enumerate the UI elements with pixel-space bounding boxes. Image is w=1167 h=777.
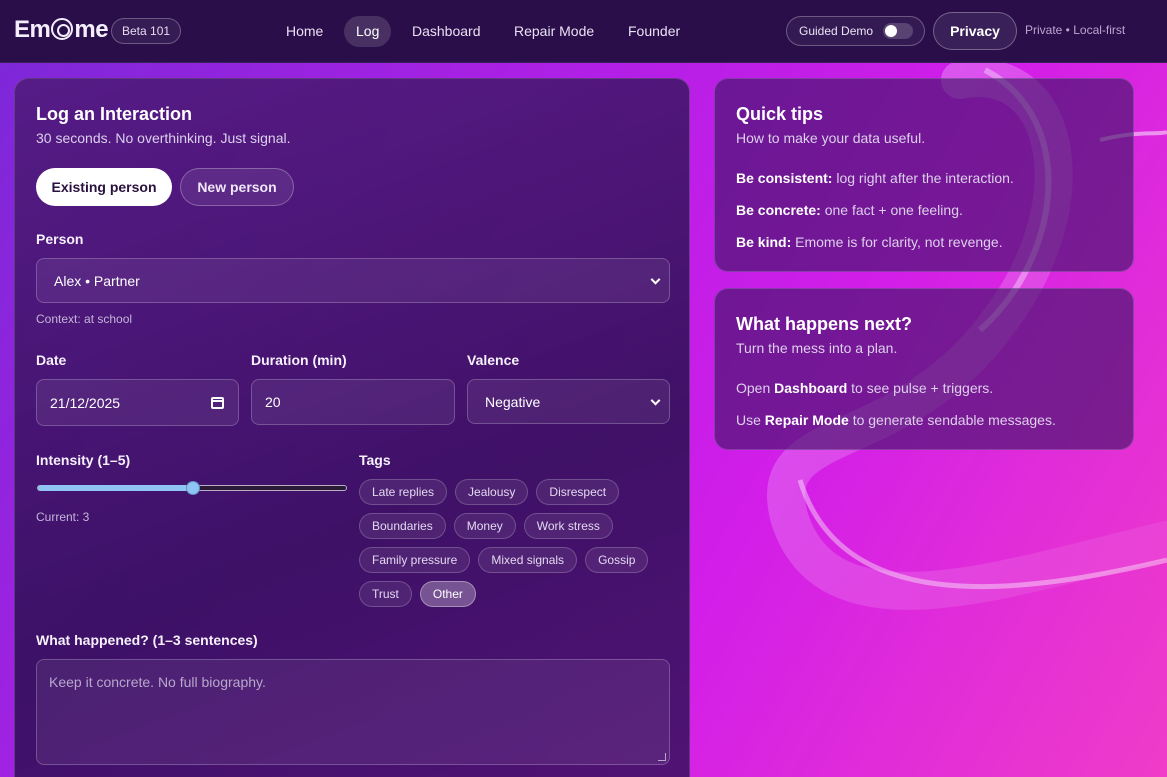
chevron-down-icon	[650, 274, 661, 285]
nav-repair-mode[interactable]: Repair Mode	[502, 16, 606, 47]
tag-chip-family-pressure[interactable]: Family pressure	[359, 547, 471, 573]
tips-title: Quick tips	[736, 104, 824, 124]
intensity-label: Intensity (1–5)	[36, 452, 131, 468]
tag-row: Late replies Jealousy Disrespect	[359, 479, 679, 505]
tip-kind: Be kind: Emome is for clarity, not reven…	[736, 234, 1003, 250]
duration-input-value: 20	[265, 394, 281, 410]
calendar-icon[interactable]	[211, 396, 224, 409]
tags-label: Tags	[359, 452, 391, 468]
dashboard-link[interactable]: Dashboard	[774, 380, 847, 396]
quick-tips-card: Quick tips How to make your data useful.…	[714, 78, 1134, 272]
what-happened-textarea[interactable]: Keep it concrete. No full biography.	[36, 659, 670, 765]
tips-subtitle: How to make your data useful.	[736, 130, 926, 146]
next-subtitle: Turn the mess into a plan.	[736, 340, 898, 356]
guided-demo-label: Guided Demo	[799, 24, 874, 38]
tag-chip-late-replies[interactable]: Late replies	[359, 479, 448, 505]
logo-mark-icon	[51, 18, 74, 40]
chevron-down-icon	[650, 395, 661, 406]
intensity-slider[interactable]	[37, 481, 347, 495]
nav-log[interactable]: Log	[344, 16, 392, 47]
nav-founder[interactable]: Founder	[616, 16, 692, 47]
new-person-tab[interactable]: New person	[180, 168, 294, 206]
person-label: Person	[36, 231, 84, 247]
person-select[interactable]: Alex • Partner	[36, 258, 670, 303]
tag-chip-gossip[interactable]: Gossip	[585, 547, 649, 573]
repair-mode-link[interactable]: Repair Mode	[765, 412, 849, 428]
next-repair-line: Use Repair Mode to generate sendable mes…	[736, 412, 1056, 428]
intensity-slider-fill	[38, 485, 193, 491]
date-input-value: 21/12/2025	[50, 394, 121, 411]
tag-chip-boundaries[interactable]: Boundaries	[359, 513, 446, 539]
tag-row: Family pressure Mixed signals Gossip	[359, 547, 679, 573]
privacy-note: Private • Local-first	[1025, 23, 1126, 37]
date-label: Date	[36, 352, 67, 368]
card-title: Log an Interaction	[36, 104, 193, 124]
tip-concrete: Be concrete: one fact + one feeling.	[736, 202, 963, 218]
nav-dashboard[interactable]: Dashboard	[400, 16, 493, 47]
top-header: Em me Beta 101 Home Log Dashboard Repair …	[0, 0, 1167, 63]
logo-text-em: Em	[14, 16, 51, 43]
what-happened-label: What happened? (1–3 sentences)	[36, 632, 258, 648]
next-dashboard-line: Open Dashboard to see pulse + triggers.	[736, 380, 994, 396]
next-title: What happens next?	[736, 314, 913, 334]
tag-chip-money[interactable]: Money	[453, 513, 516, 539]
tag-chip-mixed-signals[interactable]: Mixed signals	[478, 547, 578, 573]
privacy-button[interactable]: Privacy	[933, 12, 1017, 50]
tag-chip-jealousy[interactable]: Jealousy	[455, 479, 529, 505]
what-happened-placeholder: Keep it concrete. No full biography.	[49, 674, 266, 690]
guided-demo-toggle[interactable]: Guided Demo	[786, 16, 925, 46]
resize-handle-icon[interactable]	[658, 753, 666, 761]
tag-chip-trust[interactable]: Trust	[359, 581, 412, 607]
toggle-knob	[885, 25, 897, 37]
person-select-value: Alex • Partner	[54, 272, 140, 289]
tag-row: Boundaries Money Work stress	[359, 513, 679, 539]
tag-chip-other[interactable]: Other	[419, 581, 476, 607]
logo-text-me: me	[74, 16, 109, 43]
person-context: Context: at school	[36, 312, 133, 326]
log-interaction-card: Log an Interaction 30 seconds. No overth…	[14, 78, 690, 777]
tag-chip-disrespect[interactable]: Disrespect	[536, 479, 620, 505]
logo[interactable]: Em me	[14, 16, 109, 44]
nav-home[interactable]: Home	[274, 16, 335, 47]
valence-label: Valence	[467, 352, 520, 368]
duration-label: Duration (min)	[251, 352, 347, 368]
intensity-current: Current: 3	[36, 510, 90, 524]
tags-group: Late replies Jealousy Disrespect Boundaries…	[359, 479, 679, 615]
date-input[interactable]: 21/12/2025	[36, 379, 239, 426]
tip-consistent: Be consistent: log right after the inter…	[736, 170, 1014, 186]
existing-person-tab[interactable]: Existing person	[36, 168, 172, 206]
card-subtitle: 30 seconds. No overthinking. Just signal…	[36, 130, 291, 146]
toggle-switch[interactable]	[883, 23, 913, 39]
intensity-slider-handle[interactable]	[186, 481, 200, 495]
beta-badge: Beta 101	[111, 18, 182, 44]
duration-input[interactable]: 20	[251, 379, 455, 425]
tag-row: Trust Other	[359, 581, 679, 607]
tag-chip-work-stress[interactable]: Work stress	[523, 513, 613, 539]
valence-select-value: Negative	[485, 393, 541, 410]
valence-select[interactable]: Negative	[467, 379, 670, 424]
what-next-card: What happens next? Turn the mess into a …	[714, 288, 1134, 450]
